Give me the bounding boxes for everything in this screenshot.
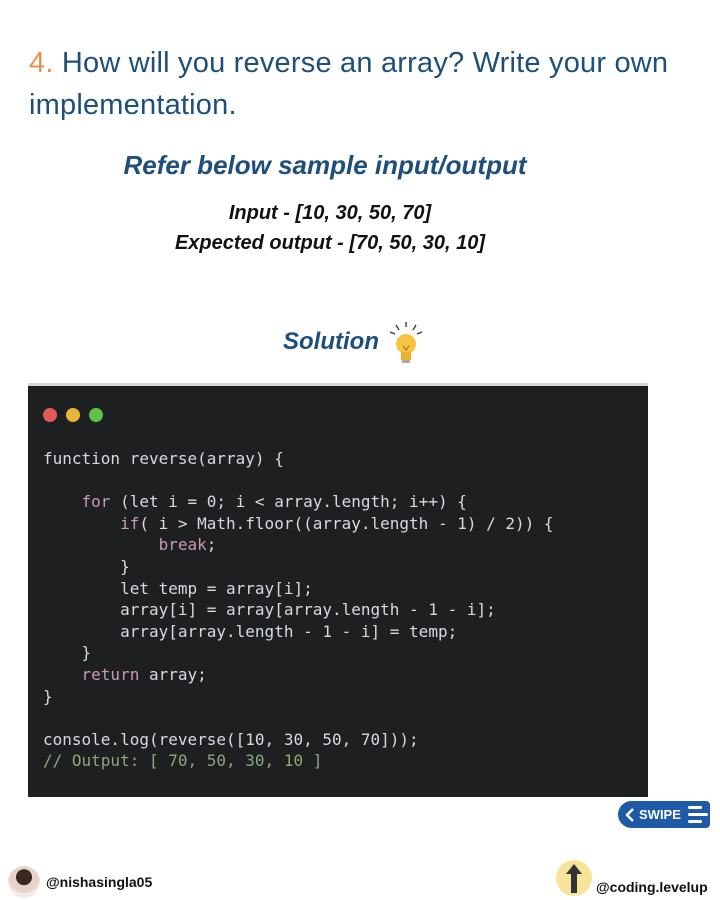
solution-heading: Solution xyxy=(283,328,379,355)
code-text: (let i = 0; i < array.length; i++) { xyxy=(110,492,467,512)
arrow-up-icon xyxy=(566,864,582,893)
code-line: } xyxy=(43,686,554,708)
code-line: return array; xyxy=(43,664,554,686)
question-number: 4. xyxy=(29,47,54,79)
code-text: } xyxy=(43,643,92,663)
maximize-dot xyxy=(89,408,103,422)
code-line: array[i] = array[array.length - 1 - i]; xyxy=(43,599,554,621)
code-keyword: return xyxy=(81,664,140,684)
code-text: array[array.length - 1 - i] = temp; xyxy=(43,621,458,641)
code-text: console.log(reverse([10, 30, 50, 70])); xyxy=(43,729,419,749)
swipe-button[interactable]: SWIPE xyxy=(618,801,710,828)
chevron-left-icon xyxy=(625,807,634,822)
code-text: } xyxy=(43,556,130,576)
code-line: function reverse(array) { xyxy=(43,448,554,470)
code-text: ; xyxy=(206,535,217,555)
code-line: break; xyxy=(43,534,554,556)
code-text: } xyxy=(43,686,53,706)
code-text: array; xyxy=(139,664,207,684)
question-title: 4. How will you reverse an array? Write … xyxy=(29,42,709,126)
minimize-dot xyxy=(66,408,80,422)
code-block: function reverse(array) { for (let i = 0… xyxy=(43,448,554,772)
lightbulb-icon xyxy=(389,322,423,363)
window-controls xyxy=(43,408,103,422)
code-keyword: if xyxy=(120,513,140,533)
code-text: ( i > Math.floor((array.length - 1) / 2)… xyxy=(139,513,554,533)
sample-input: Input - [10, 30, 50, 70] xyxy=(228,202,432,224)
code-line: // Output: [ 70, 50, 30, 10 ] xyxy=(43,750,554,772)
code-line: } xyxy=(43,556,554,578)
author-avatar xyxy=(8,866,40,898)
swipe-label: SWIPE xyxy=(639,807,681,822)
expected-output: Expected output - [70, 50, 30, 10] xyxy=(174,232,486,254)
menu-lines-icon xyxy=(688,806,708,823)
brand-logo xyxy=(556,860,592,896)
question-text: How will you reverse an array? Write you… xyxy=(29,47,669,121)
code-text: array[i] = array[array.length - 1 - i]; xyxy=(43,600,496,620)
code-line: if( i > Math.floor((array.length - 1) / … xyxy=(43,513,554,535)
code-text: function reverse(array) { xyxy=(43,449,284,468)
code-line: array[array.length - 1 - i] = temp; xyxy=(43,621,554,643)
author-handle: @nishasingla05 xyxy=(46,874,153,890)
code-line: } xyxy=(43,642,554,664)
code-window: function reverse(array) { for (let i = 0… xyxy=(28,383,648,797)
code-text: let temp = array[i]; xyxy=(43,578,313,598)
code-keyword: for xyxy=(81,492,111,512)
code-line: console.log(reverse([10, 30, 50, 70])); xyxy=(43,729,554,751)
code-comment: // Output: [ 70, 50, 30, 10 ] xyxy=(43,751,323,771)
code-line: let temp = array[i]; xyxy=(43,578,554,600)
code-line: for (let i = 0; i < array.length; i++) { xyxy=(43,491,554,513)
code-keyword: break xyxy=(158,535,207,555)
close-dot xyxy=(43,408,57,422)
brand-handle: @coding.levelup xyxy=(596,879,708,895)
refer-heading: Refer below sample input/output xyxy=(123,150,527,180)
